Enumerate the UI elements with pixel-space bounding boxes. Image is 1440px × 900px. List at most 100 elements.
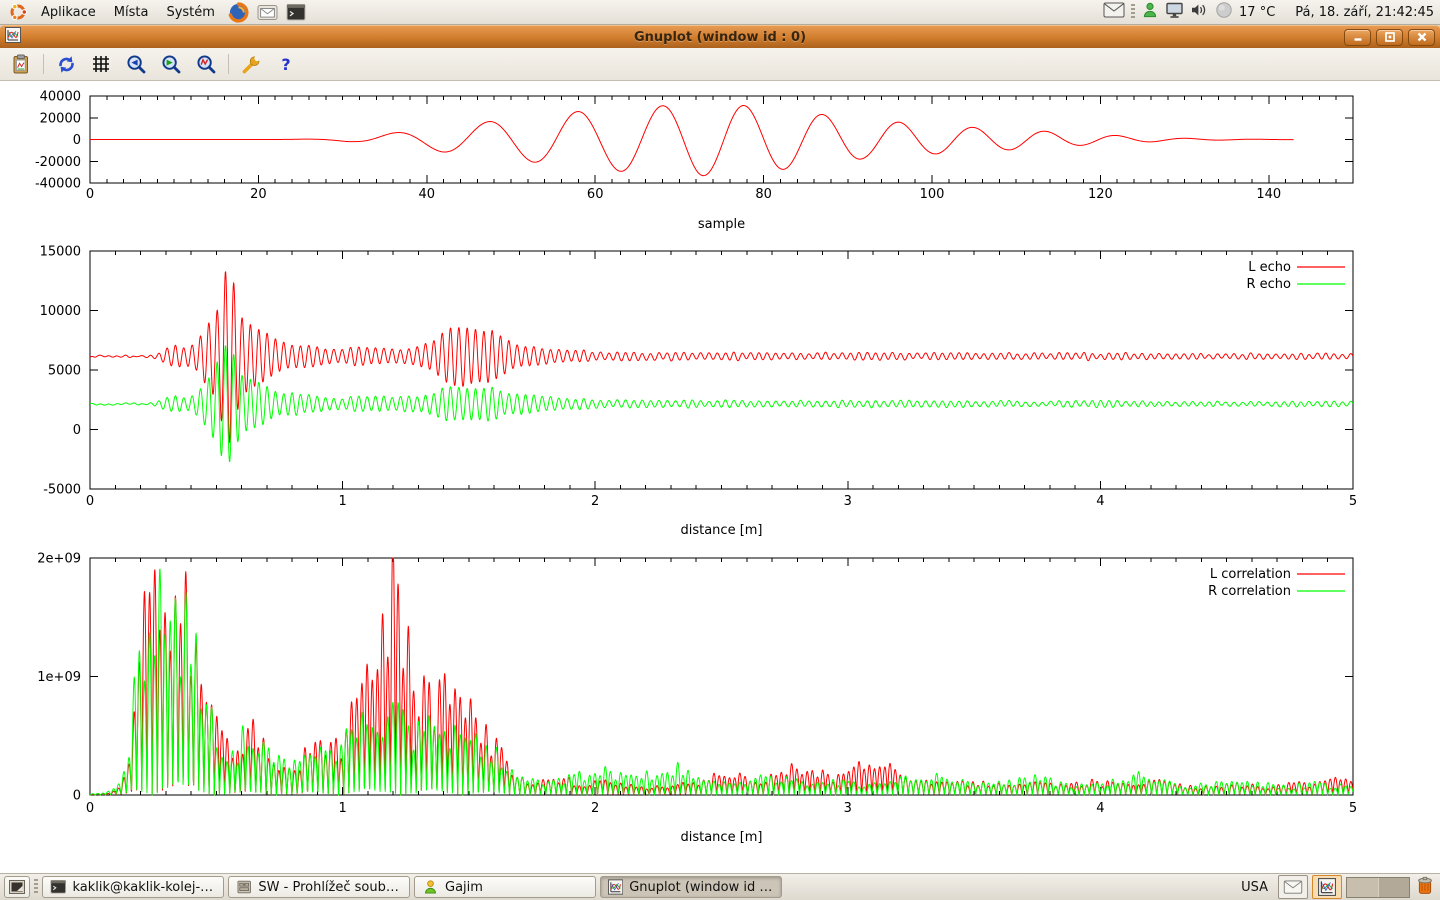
y-tick-label: 5000 <box>48 364 81 379</box>
volume-icon[interactable] <box>1190 1 1209 23</box>
replot-refresh-button[interactable] <box>53 52 79 77</box>
menu-system-label: Systém <box>166 5 214 20</box>
x-tick-label: 3 <box>844 494 852 509</box>
taskbar: kaklik@kaklik-kolej-u... SW - Prohlížeč … <box>0 873 1440 900</box>
y-tick-label: 10000 <box>40 304 81 319</box>
user-switcher-icon[interactable] <box>1141 1 1159 23</box>
workspace-2[interactable] <box>1378 878 1410 897</box>
x-tick-label: 1 <box>338 801 346 816</box>
x-tick-label: 80 <box>755 187 772 202</box>
y-tick-label: -40000 <box>35 177 81 192</box>
y-tick-label: 40000 <box>40 90 81 105</box>
task-label: Gnuplot (window id : 0) <box>629 880 774 895</box>
menu-system[interactable]: Systém <box>157 1 223 24</box>
copy-to-clipboard-button[interactable] <box>8 52 34 77</box>
toolbar-separator <box>228 54 229 74</box>
x-tick-label: 3 <box>844 801 852 816</box>
settings-wrench-button[interactable] <box>238 52 264 77</box>
menu-places-label: Místa <box>114 5 149 20</box>
series-line <box>90 346 1353 462</box>
task-terminal[interactable]: kaklik@kaklik-kolej-u... <box>42 876 224 898</box>
terminal-icon <box>50 879 66 895</box>
gnuplot-toolbar: ? <box>0 48 1440 81</box>
series-line <box>90 106 1294 176</box>
toolbar-separator <box>43 54 44 74</box>
toggle-grid-button[interactable] <box>88 52 114 77</box>
temperature-label[interactable]: 17 °C <box>1239 5 1275 20</box>
zoom-previous-button[interactable] <box>123 52 149 77</box>
weather-icon[interactable] <box>1215 1 1233 23</box>
maximize-button[interactable] <box>1376 29 1403 46</box>
task-label: Gajim <box>445 880 483 895</box>
x-tick-label: 120 <box>1088 187 1113 202</box>
zoom-next-button[interactable] <box>158 52 184 77</box>
gnuplot-icon <box>608 879 623 895</box>
menu-places[interactable]: Místa <box>105 1 158 24</box>
charts-svg: 020406080100120140-40000-200000200004000… <box>0 81 1440 873</box>
show-desktop-button[interactable] <box>4 876 30 898</box>
mail-tray-button[interactable] <box>1278 875 1308 899</box>
clock-label[interactable]: Pá, 18. září, 21:42:45 <box>1295 5 1434 20</box>
x-tick-label: 4 <box>1096 494 1104 509</box>
panel-tray: 17 °C Pá, 18. září, 21:42:45 <box>1103 1 1436 23</box>
x-tick-label: 60 <box>587 187 604 202</box>
gnuplot-tray-button[interactable] <box>1312 875 1342 899</box>
x-tick-label: 2 <box>591 494 599 509</box>
titlebar[interactable]: Gnuplot (window id : 0) <box>0 25 1440 48</box>
task-gajim[interactable]: Gajim <box>414 876 596 898</box>
taskbar-handle[interactable] <box>34 879 38 895</box>
keyboard-layout-indicator[interactable]: USA <box>1235 880 1274 895</box>
y-tick-label: 0 <box>73 789 81 804</box>
gnuplot-window: Gnuplot (window id : 0) <box>0 25 1440 873</box>
display-settings-icon[interactable] <box>1165 1 1184 23</box>
terminal-launcher-icon[interactable] <box>282 1 310 24</box>
gnuplot-icon <box>1318 878 1336 896</box>
axis-xlabel: distance [m] <box>680 523 762 538</box>
workspace-switcher <box>1346 877 1410 898</box>
y-tick-label: 0 <box>73 423 81 438</box>
minimize-button[interactable] <box>1344 29 1371 46</box>
y-tick-label: 2e+09 <box>37 552 81 567</box>
gajim-icon <box>422 879 439 895</box>
y-tick-label: -5000 <box>43 483 81 498</box>
menu-applications[interactable]: Aplikace <box>32 1 105 24</box>
y-tick-label: -20000 <box>35 155 81 170</box>
x-tick-label: 4 <box>1096 801 1104 816</box>
window-controls <box>1344 29 1435 46</box>
legend-label: R echo <box>1246 277 1291 292</box>
help-button[interactable]: ? <box>273 52 299 77</box>
tray-handle[interactable] <box>1131 4 1135 20</box>
close-button[interactable] <box>1408 29 1435 46</box>
x-tick-label: 20 <box>250 187 267 202</box>
x-tick-label: 5 <box>1349 801 1357 816</box>
task-label: kaklik@kaklik-kolej-u... <box>72 880 216 895</box>
x-tick-label: 0 <box>86 801 94 816</box>
mail-icon <box>1283 880 1303 894</box>
desktop: { "panel": { "menus": [ {"label":"Aplika… <box>0 0 1440 900</box>
series-line <box>90 272 1353 443</box>
y-tick-label: 1e+09 <box>37 670 81 685</box>
trash-applet[interactable] <box>1414 874 1436 900</box>
file-manager-icon <box>236 879 252 895</box>
workspace-1[interactable] <box>1347 878 1378 897</box>
tray-mail-icon[interactable] <box>1103 2 1125 22</box>
y-tick-label: 0 <box>73 133 81 148</box>
axis-xlabel: sample <box>698 217 745 232</box>
task-gnuplot[interactable]: Gnuplot (window id : 0) <box>600 876 782 898</box>
help-icon: ? <box>281 55 290 74</box>
task-label: SW - Prohlížeč souborů <box>258 880 402 895</box>
plot-area[interactable]: 020406080100120140-40000-200000200004000… <box>0 81 1440 873</box>
unzoom-autoscale-button[interactable] <box>193 52 219 77</box>
task-file-browser[interactable]: SW - Prohlížeč souborů <box>228 876 410 898</box>
x-tick-label: 0 <box>86 187 94 202</box>
mail-launcher-icon[interactable] <box>253 1 282 24</box>
firefox-launcher-icon[interactable] <box>224 1 253 24</box>
taskbar-right: USA <box>1235 874 1436 900</box>
menu-applications-label: Aplikace <box>41 5 96 20</box>
axis-xlabel: distance [m] <box>680 830 762 845</box>
x-tick-label: 2 <box>591 801 599 816</box>
x-tick-label: 1 <box>338 494 346 509</box>
y-tick-label: 20000 <box>40 111 81 126</box>
series-line <box>90 569 1353 795</box>
ubuntu-menu-logo-icon[interactable] <box>4 1 32 24</box>
